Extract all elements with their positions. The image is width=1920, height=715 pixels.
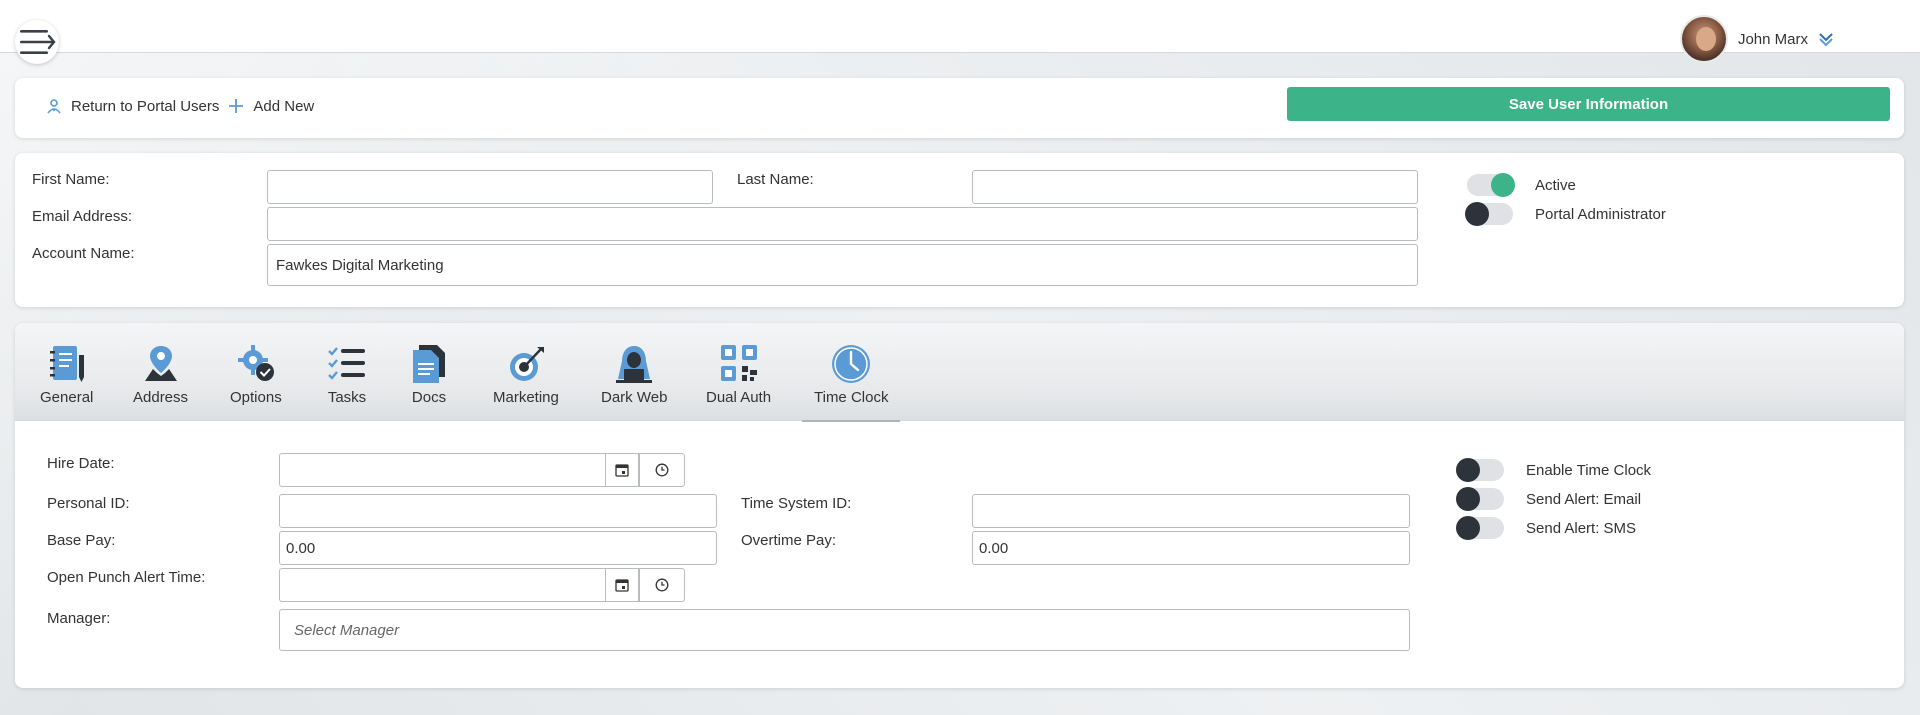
add-new-label: Add New <box>253 97 315 115</box>
save-user-information-button[interactable]: Save User Information <box>1287 87 1890 121</box>
send-alert-email-toggle-row: Send Alert: Email <box>1456 487 1642 511</box>
clock-small-icon <box>655 578 669 592</box>
send-alert-sms-toggle[interactable] <box>1456 516 1504 540</box>
open-punch-alert-time-picker <box>279 568 685 602</box>
user-name: John Marx <box>1737 30 1808 48</box>
tab-dark-web[interactable]: Dark Web <box>601 343 667 406</box>
tab-docs[interactable]: Docs <box>407 343 451 406</box>
first-name-label: First Name: <box>32 171 110 188</box>
user-info-card: First Name: Last Name: Email Address: Ac… <box>15 153 1904 307</box>
manager-placeholder: Select Manager <box>294 621 400 639</box>
notebook-icon <box>49 346 84 382</box>
tab-dark-web-label: Dark Web <box>601 389 668 406</box>
send-alert-email-label: Send Alert: Email <box>1526 490 1642 508</box>
open-punch-time-button[interactable] <box>639 568 685 602</box>
hamburger-menu-icon <box>20 30 56 54</box>
time-system-id-field[interactable] <box>972 494 1410 528</box>
personal-id-label: Personal ID: <box>47 495 130 512</box>
base-pay-label: Base Pay: <box>47 532 116 549</box>
first-name-field[interactable] <box>267 170 713 204</box>
tab-tasks[interactable]: Tasks <box>325 343 369 406</box>
calendar-icon <box>615 579 629 592</box>
email-field[interactable] <box>267 207 1418 241</box>
portal-administrator-label: Portal Administrator <box>1535 205 1666 223</box>
send-alert-email-toggle[interactable] <box>1456 487 1504 511</box>
account-name-label: Account Name: <box>32 245 135 262</box>
target-icon <box>509 347 544 381</box>
tab-dual-auth-label: Dual Auth <box>706 389 772 406</box>
nav-links: Return to Portal Users Add New <box>45 97 314 115</box>
tab-general-label: General <box>40 389 94 406</box>
time-system-id-label: Time System ID: <box>741 495 852 512</box>
tab-address[interactable]: Address <box>133 343 188 406</box>
email-label: Email Address: <box>32 208 133 225</box>
active-label: Active <box>1535 176 1576 194</box>
avatar <box>1679 15 1728 63</box>
tab-docs-label: Docs <box>411 389 447 406</box>
documents-icon <box>413 345 445 383</box>
enable-time-clock-toggle-row: Enable Time Clock <box>1456 458 1652 482</box>
menu-button[interactable] <box>15 20 59 64</box>
enable-time-clock-label: Enable Time Clock <box>1526 461 1652 479</box>
manager-select[interactable]: Select Manager <box>279 609 1410 651</box>
tab-time-clock[interactable]: Time Clock <box>801 343 901 422</box>
hire-date-picker <box>279 453 685 487</box>
active-toggle-row: Active <box>1467 173 1576 197</box>
calendar-icon <box>615 464 629 477</box>
tab-marketing[interactable]: Marketing <box>493 343 559 406</box>
checklist-icon <box>328 347 365 380</box>
action-bar: Return to Portal Users Add New Save User… <box>15 78 1904 138</box>
return-label: Return to Portal Users <box>71 97 220 115</box>
portal-admin-toggle-row: Portal Administrator <box>1465 202 1666 226</box>
plus-icon <box>229 99 244 113</box>
add-new-link[interactable]: Add New <box>227 97 314 115</box>
personal-id-field[interactable] <box>279 494 717 528</box>
send-alert-sms-toggle-row: Send Alert: SMS <box>1456 516 1637 540</box>
hacker-icon <box>616 346 653 383</box>
active-toggle[interactable] <box>1467 173 1515 197</box>
chevron-down-icon <box>1819 33 1833 47</box>
base-pay-field[interactable] <box>279 531 717 565</box>
overtime-pay-field[interactable] <box>972 531 1410 565</box>
hire-date-calendar-button[interactable] <box>605 453 639 487</box>
return-to-portal-users-link[interactable]: Return to Portal Users <box>45 97 219 115</box>
clock-small-icon <box>655 463 669 477</box>
tab-general[interactable]: General <box>40 343 93 406</box>
manager-label: Manager: <box>47 610 111 627</box>
top-bar <box>0 0 1920 53</box>
tab-options[interactable]: Options <box>230 343 282 406</box>
gear-check-icon <box>237 345 274 381</box>
portal-administrator-toggle[interactable] <box>1465 202 1513 226</box>
hire-date-time-button[interactable] <box>639 453 685 487</box>
tab-dual-auth[interactable]: Dual Auth <box>706 343 771 406</box>
tab-options-label: Options <box>230 389 282 406</box>
user-menu[interactable]: John Marx <box>1679 15 1834 63</box>
hire-date-field[interactable] <box>279 453 605 487</box>
details-tabs-card: General Address Options Tasks Docs Marke… <box>15 323 1904 688</box>
tab-time-clock-label: Time Clock <box>814 389 889 406</box>
map-pin-icon <box>144 346 177 381</box>
users-icon <box>47 99 61 114</box>
enable-time-clock-toggle[interactable] <box>1456 458 1504 482</box>
tab-tasks-label: Tasks <box>327 389 367 406</box>
overtime-pay-label: Overtime Pay: <box>741 532 837 549</box>
send-alert-sms-label: Send Alert: SMS <box>1526 519 1637 537</box>
clock-icon <box>832 345 871 383</box>
tab-strip: General Address Options Tasks Docs Marke… <box>15 323 1904 422</box>
last-name-label: Last Name: <box>737 171 814 188</box>
tab-marketing-label: Marketing <box>493 389 559 406</box>
qr-code-icon <box>720 345 757 381</box>
account-name-field[interactable] <box>267 244 1418 286</box>
open-punch-alert-time-label: Open Punch Alert Time: <box>47 569 206 586</box>
open-punch-alert-time-field[interactable] <box>279 568 605 602</box>
open-punch-calendar-button[interactable] <box>605 568 639 602</box>
hire-date-label: Hire Date: <box>47 455 115 472</box>
tab-address-label: Address <box>133 389 189 406</box>
last-name-field[interactable] <box>972 170 1418 204</box>
